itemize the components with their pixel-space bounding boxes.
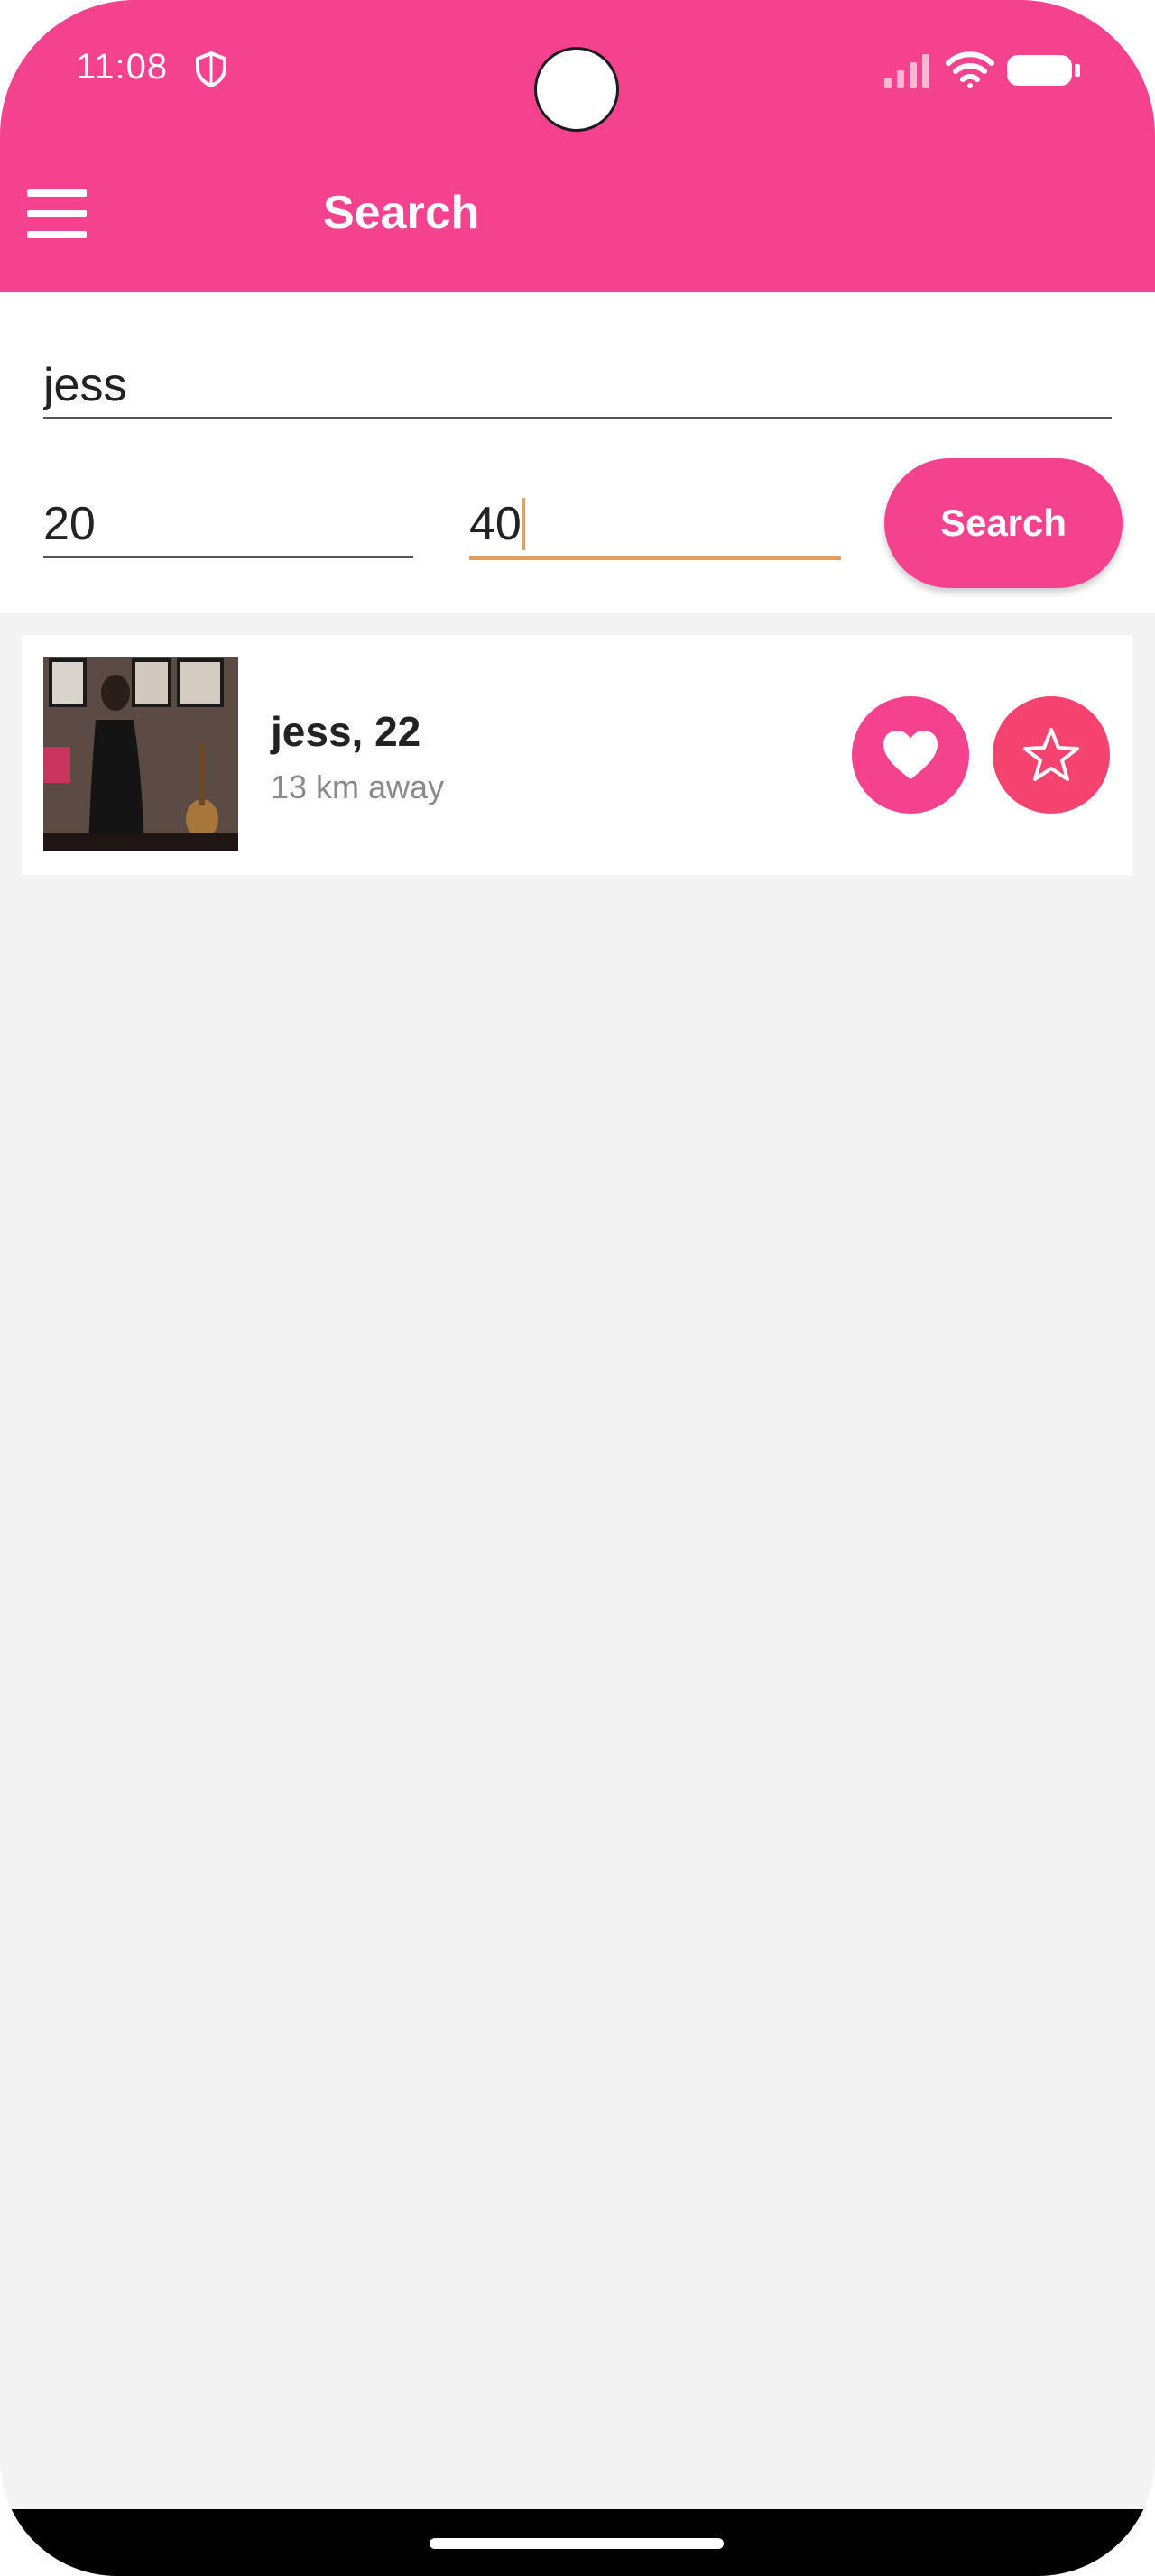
page-title: Search <box>323 187 480 239</box>
shield-icon <box>196 51 226 88</box>
home-indicator[interactable] <box>430 2538 724 2549</box>
profile-photo[interactable] <box>43 657 238 851</box>
max-age-field <box>469 492 841 560</box>
min-age-input[interactable] <box>43 492 413 558</box>
battery-icon <box>1007 55 1080 86</box>
signal-icon <box>884 54 929 88</box>
wifi-icon <box>946 51 994 88</box>
star-icon <box>1023 728 1079 781</box>
camera-cutout <box>534 47 619 132</box>
profile-photo-image <box>43 657 238 851</box>
app-bar: Search <box>0 135 1155 292</box>
result-name-age: jess, 22 <box>271 708 421 755</box>
like-button[interactable] <box>852 696 969 814</box>
heart-icon <box>883 731 938 779</box>
favorite-button[interactable] <box>993 696 1110 814</box>
status-bar: 11:08 <box>0 0 1155 135</box>
search-button[interactable]: Search <box>884 458 1123 588</box>
name-search-input[interactable] <box>43 354 1112 419</box>
search-form: Search <box>0 292 1155 613</box>
result-distance: 13 km away <box>271 768 445 805</box>
status-time: 11:08 <box>76 47 169 87</box>
menu-icon[interactable] <box>27 189 87 238</box>
phone-screen: 11:08 Search jess 20 40 Search jess, 22 … <box>0 0 1155 2576</box>
text-caret <box>522 498 525 550</box>
result-card[interactable]: jess, 22 13 km away <box>22 635 1133 875</box>
